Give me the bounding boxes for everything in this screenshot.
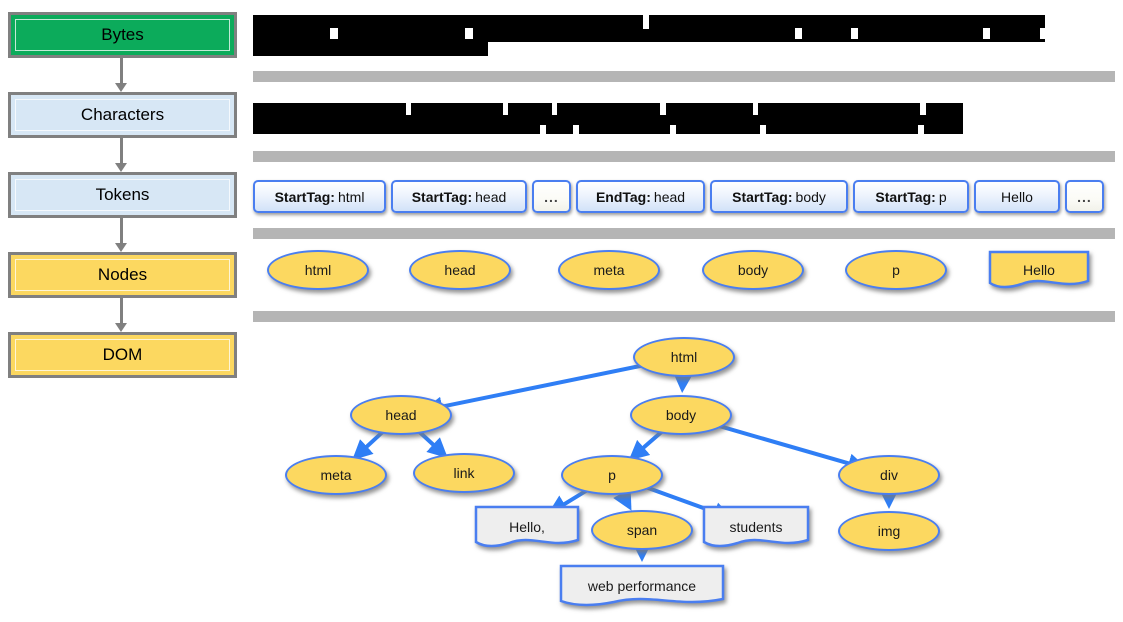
- tree-edge: [422, 359, 663, 417]
- tree-edge: [613, 488, 632, 511]
- tree-node-label: img: [877, 523, 901, 539]
- tree-edge: [352, 428, 387, 461]
- tree-node-div: div: [838, 455, 940, 495]
- tree-node-label: div: [880, 467, 898, 483]
- tree-node-label: Hello,: [509, 519, 545, 535]
- content-area: StartTag: html StartTag: head... EndTag: h…: [0, 0, 1123, 622]
- tree-node-label: body: [665, 407, 697, 423]
- tree-text-node-students: students: [702, 505, 810, 549]
- tree-node-label: link: [453, 465, 475, 481]
- tree-node-html: html: [633, 337, 735, 377]
- tree-node-p: p: [561, 455, 663, 495]
- tree-node-link: link: [413, 453, 515, 493]
- tree-edge: [673, 372, 694, 394]
- tree-node-label: p: [608, 467, 616, 483]
- tree-edge: [701, 419, 868, 473]
- tree-node-body: body: [630, 395, 732, 435]
- tree-edge: [628, 427, 666, 461]
- node-label: Hello: [1023, 262, 1055, 278]
- tree-node-label: web performance: [587, 578, 697, 594]
- tree-node-label: html: [670, 349, 698, 365]
- tree-text-node-hello: Hello,: [474, 505, 580, 549]
- tree-node-head: head: [350, 395, 452, 435]
- tree-text-node-webperf: web performance: [559, 564, 725, 608]
- tree-edge: [415, 428, 448, 459]
- tree-node-label: span: [626, 522, 658, 538]
- tree-node-img: img: [838, 511, 940, 551]
- tree-node-span: span: [591, 510, 693, 550]
- tree-node-label: head: [385, 407, 417, 423]
- dom-tree: html head body meta link p div Hello, span studen…: [0, 0, 1123, 622]
- tree-node-meta: meta: [285, 455, 387, 495]
- tree-node-label: meta: [320, 467, 352, 483]
- tree-node-label: students: [729, 519, 783, 535]
